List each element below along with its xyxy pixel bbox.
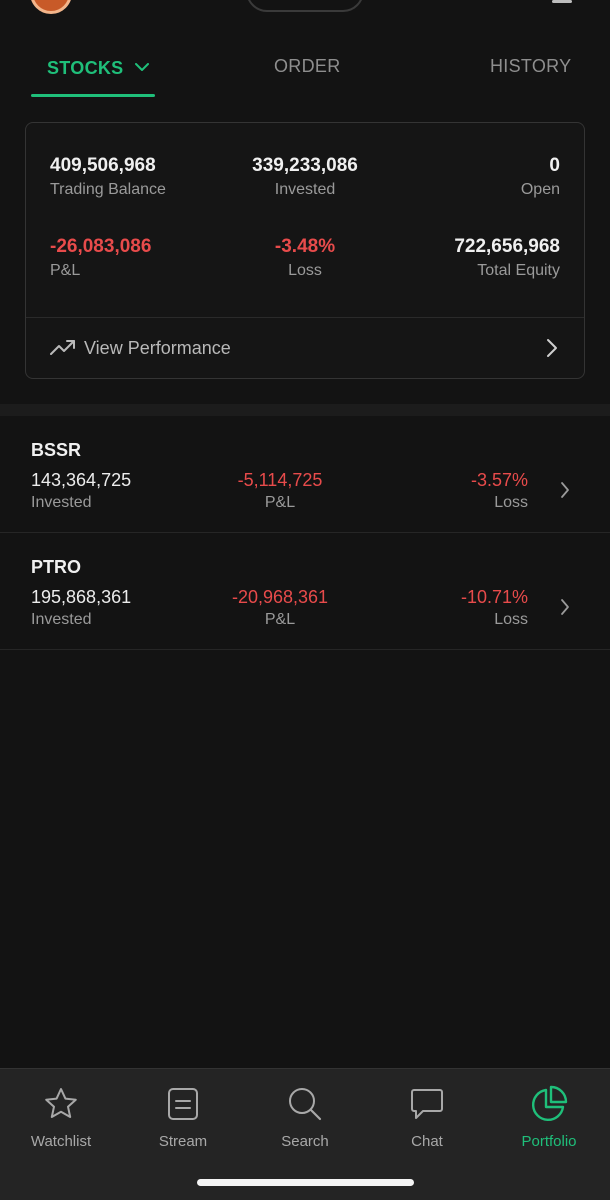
loss-value: -3.48% <box>274 236 336 257</box>
holding-pnl-value: -5,114,725 <box>237 470 323 490</box>
holding-invested-value: 195,868,361 <box>31 587 132 607</box>
nav-chat[interactable]: Chat <box>372 1081 482 1150</box>
tab-stocks-label: STOCKS <box>47 58 124 78</box>
menu-icon[interactable] <box>552 0 572 3</box>
loss-stat: -3.48% Loss <box>275 236 335 280</box>
chevron-right-icon <box>560 598 570 621</box>
star-icon <box>6 1081 116 1127</box>
search-icon <box>250 1081 360 1127</box>
holding-row-bssr[interactable]: BSSR 143,364,725 Invested -5,114,725 P&L… <box>0 416 610 533</box>
holding-pnl-value: -20,968,361 <box>231 587 329 607</box>
nav-search-label: Search <box>281 1133 329 1150</box>
trading-balance-value: 409,506,968 <box>50 155 156 176</box>
portfolio-summary-card: 409,506,968 Trading Balance 339,233,086 … <box>25 122 585 379</box>
holding-loss-percent-label: Loss <box>494 611 528 628</box>
holding-loss-percent-label: Loss <box>494 494 528 511</box>
active-tab-indicator <box>31 94 155 97</box>
invested-value: 339,233,086 <box>252 155 358 176</box>
pnl-value: -26,083,086 <box>50 236 152 257</box>
holding-invested-label: Invested <box>31 611 92 628</box>
holding-pnl-label: P&L <box>264 494 296 511</box>
total-equity-stat: 722,656,968 Total Equity <box>454 236 560 280</box>
invested-label: Invested <box>274 181 336 198</box>
holding-loss-percent: -3.57% Loss <box>471 470 528 512</box>
total-equity-label: Total Equity <box>477 262 560 279</box>
holding-loss-percent-value: -3.57% <box>470 470 528 490</box>
holding-ticker: PTRO <box>31 557 82 577</box>
open-stat: 0 Open <box>521 155 560 199</box>
tab-order[interactable]: ORDER <box>274 56 341 77</box>
holding-ticker: BSSR <box>31 440 82 460</box>
loss-label: Loss <box>288 262 322 279</box>
tab-bar: STOCKS ORDER HISTORY <box>0 40 610 98</box>
chevron-down-icon <box>135 56 150 77</box>
nav-stream-label: Stream <box>158 1133 208 1150</box>
tab-history[interactable]: HISTORY <box>490 56 571 77</box>
stream-icon <box>128 1081 238 1127</box>
trending-up-icon <box>50 338 76 361</box>
portfolio-screen: STOCKS ORDER HISTORY 409,506,968 Trading… <box>0 0 610 1200</box>
pie-chart-icon <box>494 1081 604 1127</box>
holding-pnl-label: P&L <box>264 611 296 628</box>
nav-watchlist-label: Watchlist <box>30 1133 92 1150</box>
header-pill-button[interactable] <box>246 0 364 12</box>
holding-loss-percent: -10.71% Loss <box>461 587 528 629</box>
holding-invested: 195,868,361 Invested <box>31 587 131 629</box>
nav-search[interactable]: Search <box>250 1081 360 1150</box>
pnl-stat: -26,083,086 P&L <box>50 236 151 280</box>
nav-watchlist[interactable]: Watchlist <box>6 1081 116 1150</box>
holding-pnl: -5,114,725 P&L <box>238 470 323 512</box>
holding-invested: 143,364,725 Invested <box>31 470 131 512</box>
avatar[interactable] <box>30 0 72 14</box>
chat-icon <box>372 1081 482 1127</box>
nav-chat-label: Chat <box>411 1133 443 1150</box>
holding-loss-percent-value: -10.71% <box>460 587 528 607</box>
section-separator <box>0 404 610 416</box>
home-indicator <box>197 1179 414 1186</box>
trading-balance-label: Trading Balance <box>50 181 166 198</box>
chevron-right-icon <box>546 338 558 363</box>
trading-balance-stat: 409,506,968 Trading Balance <box>50 155 166 199</box>
nav-portfolio[interactable]: Portfolio <box>494 1081 604 1150</box>
invested-stat: 339,233,086 Invested <box>252 155 358 199</box>
view-performance-button[interactable]: View Performance <box>26 318 584 378</box>
chevron-right-icon <box>560 481 570 504</box>
nav-stream[interactable]: Stream <box>128 1081 238 1150</box>
open-value: 0 <box>549 155 560 176</box>
open-label: Open <box>520 181 560 198</box>
holding-row-ptro[interactable]: PTRO 195,868,361 Invested -20,968,361 P&… <box>0 533 610 650</box>
holding-invested-label: Invested <box>31 494 92 511</box>
holding-pnl: -20,968,361 P&L <box>232 587 328 629</box>
total-equity-value: 722,656,968 <box>454 236 560 257</box>
pnl-label: P&L <box>50 262 81 279</box>
tab-stocks[interactable]: STOCKS <box>47 56 150 79</box>
nav-portfolio-label: Portfolio <box>521 1133 577 1150</box>
holding-invested-value: 143,364,725 <box>31 470 132 490</box>
view-performance-label: View Performance <box>84 338 231 358</box>
